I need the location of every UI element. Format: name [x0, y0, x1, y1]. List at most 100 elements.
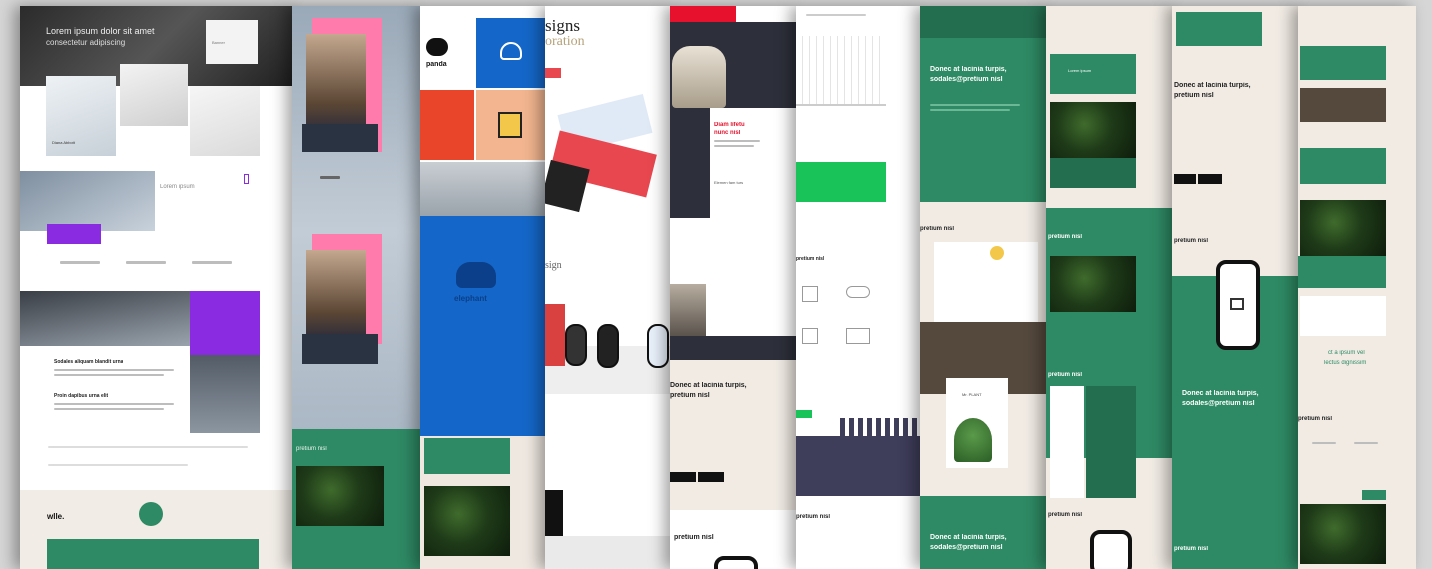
hero-title: Lorem ipsum dolor sit amet — [46, 26, 155, 36]
section-title: pretium nisl — [920, 226, 955, 232]
red-nav-bar — [670, 6, 736, 22]
hero-subtitle: consectetur adipiscing — [46, 38, 126, 47]
mockup-page-logos: panda elephant — [420, 6, 548, 569]
portrait-photo — [306, 250, 366, 340]
purple-indicator — [244, 174, 249, 184]
red-button[interactable] — [545, 68, 561, 78]
green-button[interactable] — [796, 410, 812, 418]
store-badge[interactable] — [698, 472, 724, 482]
mockup-page-illustration: pretium nisl pretium nisl — [796, 6, 922, 569]
building-image — [190, 86, 260, 156]
skyscraper-image — [20, 291, 190, 346]
green-banner — [796, 162, 886, 202]
info-card — [934, 242, 1038, 332]
forest-photo — [296, 466, 384, 526]
white-card — [1300, 296, 1386, 336]
green-feature-bar — [47, 539, 259, 569]
green-subheading: sodales@pretium nisl — [1182, 400, 1255, 407]
quote-line-2: lectus dignissim — [1324, 360, 1367, 366]
section-title: pretium nisl — [1298, 416, 1333, 422]
section-title: pretium nisl — [1174, 238, 1209, 244]
section-heading: Elemen fam turs — [714, 180, 744, 185]
purple-cta-button[interactable] — [47, 224, 101, 244]
city-sketch — [796, 36, 886, 106]
section-title: pretium nisl — [1048, 234, 1083, 240]
section-heading-1: Sodales aliquam blandit urna — [54, 359, 124, 365]
mockup-page-app: Donec at lacinia turpis, pretium nisl pr… — [1172, 6, 1302, 569]
footer-heading: pretium nisl — [674, 534, 714, 541]
grey-band — [545, 536, 673, 569]
forest-photo — [1300, 200, 1386, 256]
dark-band — [670, 336, 798, 360]
phone-mock — [545, 304, 565, 366]
sketch-icon — [846, 286, 870, 298]
green-card — [1300, 148, 1386, 184]
lotus-icon — [500, 42, 522, 60]
dark-block — [302, 334, 378, 364]
section-heading-2: Proin dapibus urna elit — [54, 393, 109, 399]
cream-heading: Donec at lacinia turpis, — [670, 382, 747, 389]
sketch-icon — [846, 328, 870, 344]
portrait-photo — [306, 34, 366, 134]
brown-bar — [1300, 88, 1386, 122]
forest-photo — [424, 486, 510, 556]
heading: Donec at lacinia turpis, — [1174, 82, 1251, 89]
card-title: Lorem ipsum — [1068, 68, 1092, 73]
green-section — [1298, 256, 1386, 288]
avatar — [990, 246, 1004, 260]
section-title: pretium nisl — [296, 446, 327, 452]
cream-subheading: pretium nisl — [670, 392, 710, 399]
building-image — [120, 64, 188, 126]
mockup-page-quote: ct a ipsum vel lectus dignissim pretium … — [1298, 6, 1416, 569]
green-card — [1086, 386, 1136, 498]
green-button[interactable] — [1362, 490, 1386, 500]
phone-mock — [647, 324, 669, 368]
side-caption: Lorem ipsum — [160, 184, 195, 190]
green-bar — [1300, 46, 1386, 80]
panda-icon — [426, 38, 448, 56]
skyline-silhouette — [840, 418, 920, 440]
dark-block — [302, 124, 378, 152]
city-image — [20, 171, 155, 231]
birds-photo — [420, 162, 548, 216]
footer-subheading: sodales@pretium nisl — [930, 544, 1003, 551]
person-name: Diana Abbott — [52, 140, 75, 145]
green-panel — [1050, 158, 1136, 188]
green-card — [1050, 54, 1136, 94]
bust-image — [670, 284, 706, 336]
subheading: pretium nisl — [1174, 92, 1214, 99]
elephant-logo-text: elephant — [454, 294, 487, 303]
section-title-2: pretium nisl — [1048, 372, 1083, 378]
app-icon — [1230, 298, 1244, 310]
forest-photo — [1050, 256, 1136, 312]
heading-oration: oration — [545, 34, 585, 49]
store-badge[interactable] — [670, 472, 696, 482]
phone-mock — [714, 556, 758, 569]
bottom-title: pretium nisl — [1174, 546, 1209, 552]
mockup-page-statue: Diam lifetu nunc nisl Elemen fam turs Do… — [670, 6, 798, 569]
dark-sidebar — [670, 108, 710, 218]
phone-mock — [565, 324, 587, 366]
mockup-page-forest: Lorem ipsum pretium nisl pretium nisl pr… — [1046, 6, 1176, 569]
section-title-3: pretium nisl — [1048, 512, 1083, 518]
plant-image — [954, 418, 992, 462]
heading-designs: signs — [545, 16, 580, 35]
banner-card-label: Banner — [212, 40, 225, 45]
green-footer — [920, 496, 1050, 569]
skyline-band — [796, 436, 922, 496]
mockup-page-plant: Donec at lacinia turpis, sodales@pretium… — [920, 6, 1050, 569]
section-title: pretium nisl — [796, 256, 825, 262]
forest-photo — [1300, 504, 1386, 564]
book-title: Mr. PLANT — [962, 392, 982, 397]
orange-logo-tile — [420, 90, 474, 160]
green-subheading: sodales@pretium nisl — [930, 76, 1003, 83]
panda-logo-text: panda — [426, 61, 447, 68]
phone-mock — [597, 324, 619, 368]
store-badge[interactable] — [1174, 174, 1196, 184]
grey-panel — [190, 355, 260, 433]
store-badge[interactable] — [1198, 174, 1222, 184]
phone-mock — [1090, 530, 1132, 569]
mockup-page-architecture: Lorem ipsum dolor sit amet consectetur a… — [20, 6, 296, 569]
green-heading: Donec at lacinia turpis, — [930, 66, 1007, 73]
tilted-cards — [545, 159, 590, 213]
